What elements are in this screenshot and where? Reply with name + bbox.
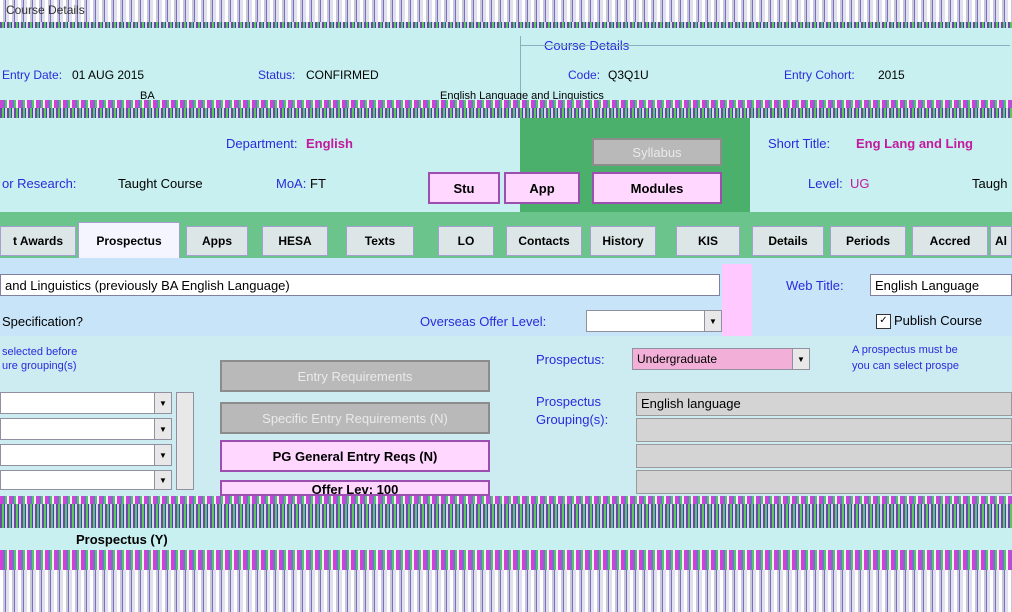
tab-more[interactable]: Al [990, 226, 1012, 256]
chevron-down-icon[interactable]: ▼ [154, 471, 171, 489]
chevron-down-icon[interactable]: ▼ [154, 445, 171, 465]
specification-label: Specification? [2, 314, 83, 329]
code-label: Code: [568, 68, 601, 82]
entry-date-value: 01 AUG 2015 [72, 68, 145, 82]
entry-date-label: Entry Date: [2, 68, 63, 82]
status-label: Status: [258, 68, 296, 82]
window-title: Course Details [6, 3, 85, 17]
level-panel: Short Title: Eng Lang and Ling Level: UG… [750, 118, 1012, 212]
entry-requirements-button[interactable]: Entry Requirements [220, 360, 490, 392]
prospectus-y-label: Prospectus (Y) [76, 532, 168, 547]
tab-texts[interactable]: Texts [346, 226, 414, 256]
tab-contacts[interactable]: Contacts [506, 226, 582, 256]
prospectus-select[interactable]: Undergraduate ▼ [632, 348, 810, 370]
prospectus-label: Prospectus: [536, 352, 605, 367]
chevron-down-icon[interactable]: ▼ [792, 349, 809, 369]
grouping-select-2[interactable]: ▼ [0, 418, 172, 440]
tab-hesa[interactable]: HESA [262, 226, 328, 256]
moa-label: MoA: [276, 176, 307, 191]
entry-panel: selected before ure grouping(s) ▼ ▼ ▼ ▼ … [0, 336, 518, 496]
moa-value: FT [310, 176, 326, 191]
app-button[interactable]: App [504, 172, 580, 204]
web-title-label: Web Title: [786, 278, 844, 293]
chevron-down-icon[interactable]: ▼ [704, 311, 721, 331]
render-noise [0, 550, 1012, 570]
taught-research-label: or Research: [2, 176, 77, 191]
tab-kis[interactable]: KIS [676, 226, 740, 256]
short-title-label: Short Title: [768, 136, 831, 151]
taught-label: Taugh [972, 176, 1008, 191]
department-value: English [306, 136, 353, 151]
tab-details[interactable]: Details [752, 226, 824, 256]
publish-checkbox[interactable]: ✓ [876, 314, 891, 329]
taught-research-value: Taught Course [118, 176, 203, 191]
render-noise [0, 570, 1012, 612]
tab-history[interactable]: History [590, 226, 656, 256]
grouping-label-1: Prospectus [536, 394, 602, 409]
offer-level-button[interactable]: Offer Lev: 100 [220, 480, 490, 496]
specific-entry-requirements-button[interactable]: Specific Entry Requirements (N) [220, 402, 490, 434]
tab-awards[interactable]: t Awards [0, 226, 76, 256]
chevron-down-icon[interactable]: ▼ [154, 419, 171, 439]
hint-left-1: selected before [2, 346, 78, 358]
prospectus-y-row: Prospectus (Y) [0, 528, 1012, 550]
grouping-field-4[interactable] [636, 470, 1012, 494]
tab-prospectus[interactable]: Prospectus [78, 222, 180, 258]
grouping-select-3[interactable]: ▼ [0, 444, 172, 466]
render-noise [0, 100, 1012, 108]
scrollbar[interactable] [176, 392, 194, 490]
short-title-value: Eng Lang and Ling [856, 136, 973, 151]
course-title-field[interactable]: and Linguistics (previously BA English L… [0, 274, 720, 296]
hint-left-2: ure grouping(s) [2, 360, 77, 372]
syllabus-button[interactable]: Syllabus [592, 138, 722, 166]
entry-cohort-value: 2015 [878, 68, 905, 82]
tab-apps[interactable]: Apps [186, 226, 248, 256]
course-details-panel: Course Details Entry Date: 01 AUG 2015 S… [0, 28, 1012, 102]
pg-general-entry-reqs-button[interactable]: PG General Entry Reqs (N) [220, 440, 490, 472]
publish-label: Publish Course [894, 313, 983, 328]
modules-button[interactable]: Modules [592, 172, 722, 204]
grouping-field-2[interactable] [636, 418, 1012, 442]
window-title-bar: Course Details [0, 0, 1012, 22]
prospectus-hint-2: you can select prospe [852, 360, 960, 372]
level-label: Level: [808, 176, 843, 191]
grouping-select-4[interactable]: ▼ [0, 470, 172, 490]
render-noise [0, 108, 1012, 118]
tab-lo[interactable]: LO [438, 226, 494, 256]
overseas-offer-select[interactable]: ▼ [586, 310, 722, 332]
department-label: Department: [226, 136, 298, 151]
chevron-down-icon[interactable]: ▼ [154, 393, 171, 413]
render-noise [0, 496, 1012, 504]
decor-block [722, 264, 752, 336]
grouping-label-2: Grouping(s): [536, 412, 609, 427]
group-line [520, 45, 1010, 46]
prospectus-select-value: Undergraduate [637, 352, 718, 366]
grouping-select-1[interactable]: ▼ [0, 392, 172, 414]
code-value: Q3Q1U [608, 68, 649, 82]
tab-accred[interactable]: Accred [912, 226, 988, 256]
tab-periods[interactable]: Periods [830, 226, 906, 256]
render-noise [0, 504, 1012, 528]
web-title-field[interactable]: English Language [870, 274, 1012, 296]
prospectus-hint-1: A prospectus must be [852, 344, 958, 356]
level-value: UG [850, 176, 870, 191]
stu-button[interactable]: Stu [428, 172, 500, 204]
entry-cohort-label: Entry Cohort: [784, 68, 855, 82]
prospectus-panel: Prospectus: Undergraduate ▼ A prospectus… [518, 336, 1012, 496]
grouping-field-3[interactable] [636, 444, 1012, 468]
overseas-offer-label: Overseas Offer Level: [420, 314, 547, 329]
grouping-field-1[interactable]: English language [636, 392, 1012, 416]
status-value: CONFIRMED [306, 68, 379, 82]
